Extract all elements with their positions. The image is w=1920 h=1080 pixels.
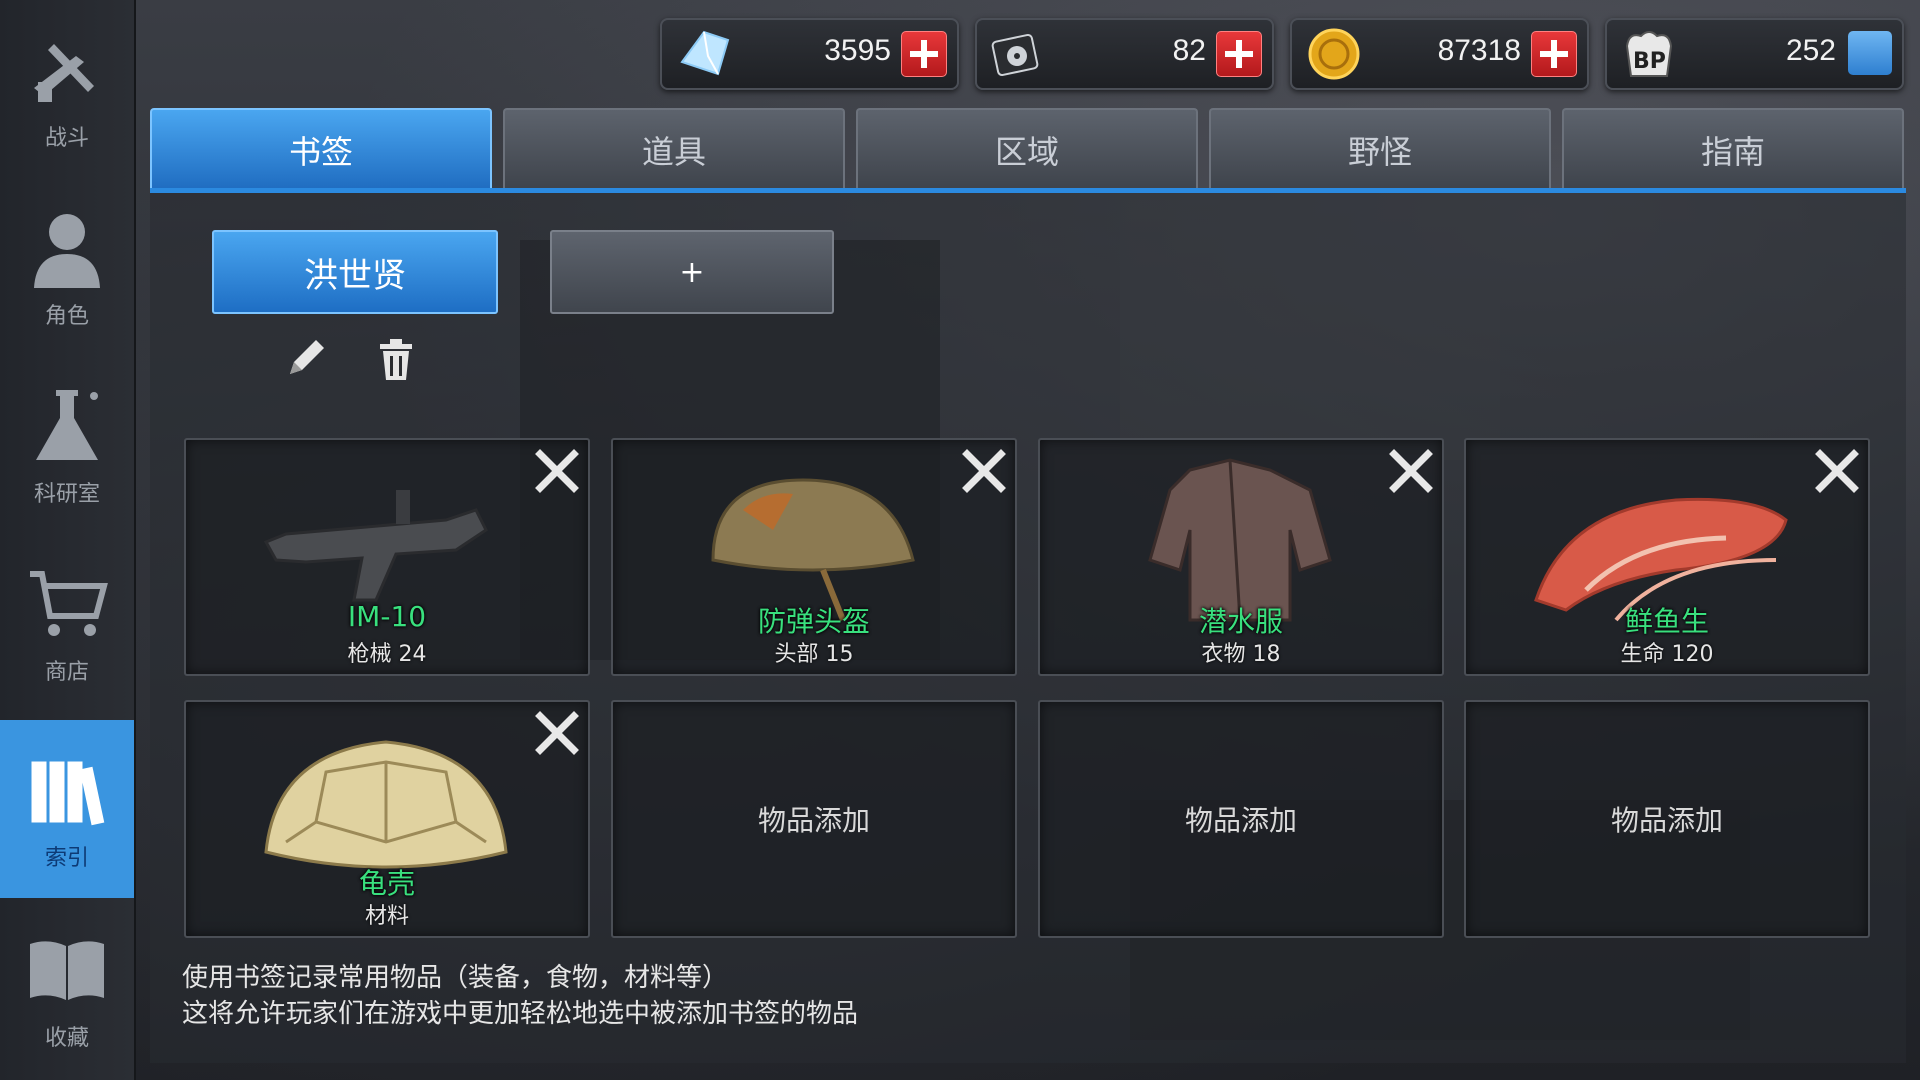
item-card[interactable]: 潜水服 衣物 18	[1038, 438, 1444, 676]
add-diamond-button[interactable]	[901, 31, 947, 77]
item-name: 防弹头盔	[757, 605, 870, 638]
cart-icon	[30, 571, 108, 636]
help-line-2: 这将允许玩家们在游戏中更加轻松地选中被添加书签的物品	[182, 999, 859, 1029]
item-name: IM-10	[347, 600, 427, 633]
coin-icon	[1308, 28, 1360, 80]
diamond-icon	[680, 30, 730, 76]
item-card[interactable]: 防弹头盔 头部 15	[611, 438, 1017, 676]
help-text: 使用书签记录常用物品（装备，食物，材料等） 这将允许玩家们在游戏中更加轻松地选中…	[182, 960, 858, 1032]
item-stat: 枪械 24	[347, 642, 427, 667]
books-icon	[31, 761, 105, 826]
empty-item-slot[interactable]: 物品添加	[1464, 700, 1870, 938]
sidebar-label: 角色	[44, 304, 89, 329]
item-name: 潜水服	[1198, 605, 1283, 638]
sidebar-label: 商店	[44, 660, 89, 685]
currency-value: 82	[1172, 34, 1206, 67]
tab-bar: 书签 道具 区域 野怪 指南	[150, 108, 1906, 192]
empty-item-slot[interactable]: 物品添加	[1038, 700, 1444, 938]
bp-paw-icon: BP	[1625, 31, 1673, 77]
currency-value: 252	[1785, 34, 1836, 67]
tab-items[interactable]: 道具	[503, 108, 845, 190]
tab-areas[interactable]: 区域	[856, 108, 1198, 190]
bookmark-name-button[interactable]: 洪世贤	[212, 230, 498, 314]
close-icon[interactable]	[532, 446, 582, 496]
disc-icon	[991, 33, 1039, 77]
sidebar-item-index[interactable]: 索引	[0, 720, 134, 898]
currency-disc: 82	[975, 18, 1274, 90]
weapons-icon	[34, 44, 94, 102]
open-book-icon	[30, 941, 104, 1000]
tab-monsters[interactable]: 野怪	[1209, 108, 1551, 190]
sidebar-label: 索引	[44, 846, 89, 871]
close-icon[interactable]	[532, 708, 582, 758]
flask-icon	[36, 390, 98, 460]
close-icon[interactable]	[959, 446, 1009, 496]
sidebar-item-character[interactable]: 角色	[0, 178, 134, 356]
item-stat: 生命 120	[1620, 642, 1714, 667]
item-name: 鲜鱼生	[1624, 605, 1709, 638]
close-icon[interactable]	[1812, 446, 1862, 496]
add-item-label: 物品添加	[1184, 804, 1297, 837]
item-card[interactable]: 龟壳 材料	[184, 700, 590, 938]
empty-item-slot[interactable]: 物品添加	[611, 700, 1017, 938]
add-bookmark-button[interactable]: +	[550, 230, 834, 314]
currency-bp: BP 252	[1605, 18, 1904, 90]
item-card[interactable]: 鲜鱼生 生命 120	[1464, 438, 1870, 676]
bp-card-button[interactable]	[1848, 31, 1892, 75]
item-name: 龟壳	[358, 867, 415, 900]
sidebar-label: 收藏	[44, 1026, 89, 1051]
item-stat: 头部 15	[774, 642, 854, 667]
currency-value: 87318	[1437, 34, 1521, 67]
sidebar-item-collection[interactable]: 收藏	[0, 900, 134, 1078]
svg-text:BP: BP	[1633, 49, 1666, 74]
currency-coin: 87318	[1290, 18, 1589, 90]
tab-guide[interactable]: 指南	[1562, 108, 1904, 190]
sidebar-item-battle[interactable]: 战斗	[0, 0, 134, 178]
sidebar-label: 战斗	[44, 126, 89, 151]
pencil-icon[interactable]	[282, 334, 330, 382]
trash-icon[interactable]	[372, 336, 420, 384]
add-coin-button[interactable]	[1531, 31, 1577, 77]
currency-diamond: 3595	[660, 18, 959, 90]
help-line-1: 使用书签记录常用物品（装备，食物，材料等）	[182, 963, 729, 993]
tab-bookmark[interactable]: 书签	[150, 108, 492, 190]
sidebar-item-lab[interactable]: 科研室	[0, 356, 134, 534]
item-stat: 材料	[364, 904, 409, 929]
item-stat: 衣物 18	[1201, 642, 1281, 667]
item-card[interactable]: IM-10 枪械 24	[184, 438, 590, 676]
character-icon	[34, 214, 100, 288]
sidebar: 战斗 角色 科研室 商店 索引 收藏	[0, 0, 136, 1080]
add-item-label: 物品添加	[1610, 804, 1723, 837]
currency-value: 3595	[824, 34, 891, 67]
sidebar-item-shop[interactable]: 商店	[0, 534, 134, 712]
close-icon[interactable]	[1386, 446, 1436, 496]
add-disc-button[interactable]	[1216, 31, 1262, 77]
sidebar-label: 科研室	[33, 482, 100, 507]
add-item-label: 物品添加	[757, 804, 870, 837]
